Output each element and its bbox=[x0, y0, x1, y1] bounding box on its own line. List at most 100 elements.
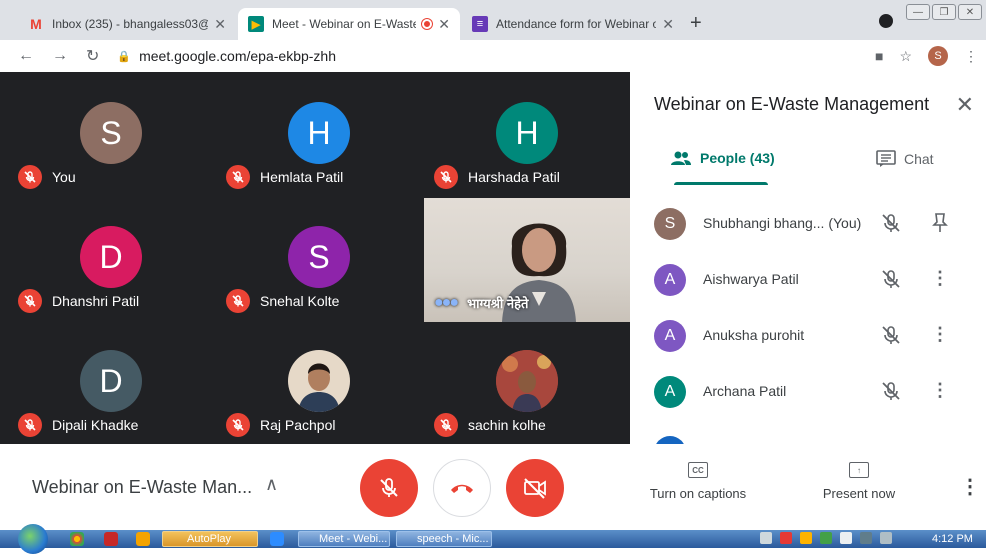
chevron-up-icon[interactable]: ∧ bbox=[265, 474, 278, 495]
profile-avatar[interactable]: S bbox=[928, 46, 948, 66]
browser-chrome: M Inbox (235) - bhangaless03@gm ✕ ▶ Meet… bbox=[0, 0, 986, 72]
forward-icon[interactable]: → bbox=[52, 47, 68, 65]
taskbar-item-autoplay[interactable]: AutoPlay bbox=[162, 531, 258, 547]
recording-icon bbox=[422, 19, 433, 29]
participant-avatar: H bbox=[496, 102, 558, 164]
participant-avatar: S bbox=[654, 208, 686, 240]
minimize-icon[interactable]: — bbox=[906, 4, 930, 20]
tab-meet[interactable]: ▶ Meet - Webinar on E-Waste ✕ bbox=[238, 8, 460, 40]
taskbar-item-speech[interactable]: speech - Mic... bbox=[396, 531, 492, 547]
participant-name: Hemlata Patil bbox=[226, 165, 343, 189]
taskbar-item-meet[interactable]: Meet - Webi... bbox=[298, 531, 390, 547]
more-options-icon[interactable]: ⋮ bbox=[930, 268, 950, 292]
close-tab-icon[interactable]: ✕ bbox=[438, 16, 450, 33]
participant-name-text: Dhanshri Patil bbox=[52, 293, 140, 309]
back-icon[interactable]: ← bbox=[18, 47, 34, 65]
forms-icon: ≡ bbox=[472, 16, 488, 32]
vlc-icon[interactable] bbox=[136, 532, 150, 546]
participant-tile[interactable]: sachin kolhe bbox=[424, 322, 632, 446]
browser-menu-icon[interactable]: ⋮ bbox=[964, 48, 978, 65]
active-tab-indicator bbox=[674, 182, 768, 185]
participant-tile[interactable]: D Dipali Khadke bbox=[8, 322, 216, 446]
mic-off-icon bbox=[226, 413, 250, 437]
participant-name-text: You bbox=[52, 169, 76, 185]
taskbar-clock[interactable]: 4:12 PM bbox=[932, 533, 973, 545]
captions-button[interactable]: CC Turn on captions bbox=[645, 462, 751, 501]
participant-name-text: Hemlata Patil bbox=[260, 169, 344, 185]
meeting-details-title[interactable]: Webinar on E-Waste Man... bbox=[32, 477, 252, 498]
new-tab-icon[interactable]: + bbox=[690, 12, 702, 35]
participant-avatar: A bbox=[654, 320, 686, 352]
speaker-name: ●●● भाग्यश्री नेहेते bbox=[434, 294, 528, 312]
participant-avatar: S bbox=[80, 102, 142, 164]
participant-row[interactable]: A Anuksha purohit ⋮ bbox=[630, 308, 986, 364]
close-panel-icon[interactable]: ✕ bbox=[956, 92, 974, 118]
bookmark-star-icon[interactable]: ☆ bbox=[899, 48, 912, 65]
start-button-icon[interactable] bbox=[18, 524, 48, 554]
speaker-name-text: भाग्यश्री नेहेते bbox=[467, 296, 529, 311]
participant-name: Raj Pachpol bbox=[226, 413, 336, 437]
mic-off-icon bbox=[380, 478, 398, 497]
tray-icon[interactable] bbox=[780, 532, 792, 544]
participant-photo bbox=[288, 350, 350, 412]
speaking-indicator-icon: ●●● bbox=[434, 294, 459, 311]
participant-name: You bbox=[18, 165, 76, 189]
hang-up-icon bbox=[451, 484, 473, 493]
present-now-button[interactable]: ↑ Present now bbox=[818, 462, 900, 501]
taskbar-item-label: AutoPlay bbox=[187, 533, 232, 545]
participant-tile[interactable]: S Snehal Kolte bbox=[216, 198, 424, 322]
zoom-icon[interactable] bbox=[270, 532, 284, 546]
tray-icon[interactable] bbox=[760, 532, 772, 544]
active-speaker-video[interactable]: ●●● भाग्यश्री नेहेते bbox=[424, 198, 630, 322]
present-label: Present now bbox=[822, 486, 896, 501]
people-tab-label: People (43) bbox=[700, 150, 775, 166]
tab-chat[interactable]: Chat bbox=[876, 150, 934, 168]
pdf-reader-icon[interactable] bbox=[104, 532, 118, 546]
camera-icon[interactable]: ■ bbox=[875, 48, 883, 64]
participant-tile[interactable]: S You bbox=[8, 74, 216, 198]
tray-icon[interactable] bbox=[800, 532, 812, 544]
close-tab-icon[interactable]: ✕ bbox=[214, 16, 226, 33]
tab-title: Inbox (235) - bhangaless03@gm bbox=[52, 17, 208, 31]
mic-off-icon bbox=[880, 268, 902, 295]
omnibox-actions: ■ ☆ S ⋮ bbox=[875, 46, 978, 66]
camera-toggle-button[interactable] bbox=[506, 459, 564, 517]
close-window-icon[interactable]: ✕ bbox=[958, 4, 982, 20]
url-field[interactable]: 🔒 meet.google.com/epa-ekbp-zhh bbox=[117, 48, 336, 64]
closed-captions-icon: CC bbox=[688, 462, 708, 478]
close-tab-icon[interactable]: ✕ bbox=[662, 16, 674, 33]
tab-bar: M Inbox (235) - bhangaless03@gm ✕ ▶ Meet… bbox=[0, 0, 986, 40]
participant-row[interactable]: A Aishwarya Patil ⋮ bbox=[630, 252, 986, 308]
mic-off-icon bbox=[880, 380, 902, 407]
pin-icon[interactable] bbox=[930, 212, 950, 236]
participant-tile[interactable]: Raj Pachpol bbox=[216, 322, 424, 446]
microphone-toggle-button[interactable] bbox=[360, 459, 418, 517]
restore-icon[interactable]: ❐ bbox=[932, 4, 956, 20]
participant-name-text: Snehal Kolte bbox=[260, 293, 340, 309]
participant-name-text: sachin kolhe bbox=[468, 417, 546, 433]
signal-icon[interactable] bbox=[880, 532, 892, 544]
reload-icon[interactable]: ↻ bbox=[86, 46, 99, 66]
more-options-icon[interactable]: ⋮ bbox=[960, 474, 980, 499]
tab-gmail[interactable]: M Inbox (235) - bhangaless03@gm ✕ bbox=[18, 8, 236, 40]
mic-off-icon bbox=[434, 413, 458, 437]
more-options-icon[interactable]: ⋮ bbox=[930, 380, 950, 404]
os-taskbar: AutoPlay Meet - Webi... speech - Mic... … bbox=[0, 524, 986, 554]
participant-tile[interactable]: D Dhanshri Patil bbox=[8, 198, 216, 322]
tray-icon[interactable] bbox=[820, 532, 832, 544]
chrome-icon[interactable] bbox=[70, 532, 84, 546]
mic-off-icon bbox=[434, 165, 458, 189]
volume-icon[interactable] bbox=[840, 532, 852, 544]
participant-row[interactable]: A Archana Patil ⋮ bbox=[630, 364, 986, 420]
panel-title: Webinar on E-Waste Management bbox=[654, 94, 930, 114]
network-icon[interactable] bbox=[860, 532, 872, 544]
mic-off-icon bbox=[880, 324, 902, 351]
participant-tile[interactable]: H Hemlata Patil bbox=[216, 74, 424, 198]
leave-call-button[interactable] bbox=[433, 459, 491, 517]
tab-forms[interactable]: ≡ Attendance form for Webinar on ✕ bbox=[462, 8, 684, 40]
more-options-icon[interactable]: ⋮ bbox=[930, 324, 950, 348]
participant-tile[interactable]: H Harshada Patil bbox=[424, 74, 632, 198]
tab-people[interactable]: People (43) bbox=[670, 150, 775, 166]
participant-row[interactable]: S Shubhangi bhang... (You) bbox=[630, 196, 986, 252]
mic-off-icon bbox=[880, 212, 902, 239]
